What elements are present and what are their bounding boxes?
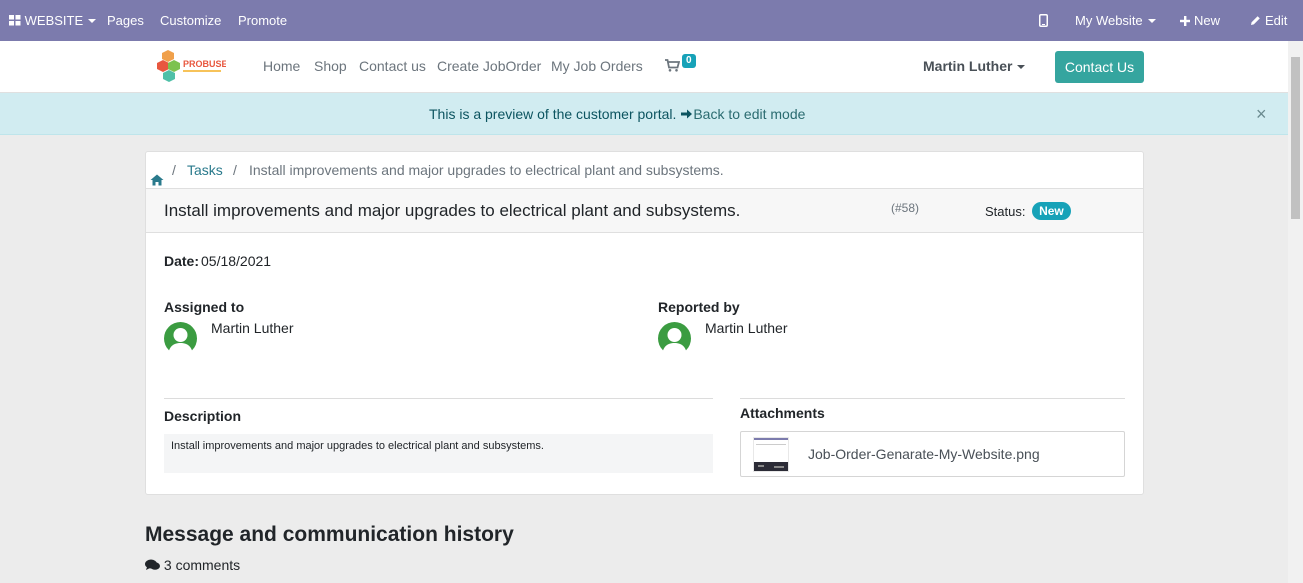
website-menu[interactable]: WEBSITE — [9, 0, 97, 41]
my-website-label: My Website — [1075, 13, 1143, 28]
site-logo[interactable]: PROBUSE — [156, 49, 228, 85]
back-to-edit-link[interactable]: Back to edit mode — [693, 106, 805, 122]
task-title: Install improvements and major upgrades … — [164, 201, 741, 220]
description-text: Install improvements and major upgrades … — [164, 434, 713, 473]
description-divider — [164, 398, 713, 399]
reporter-name: Martin Luther — [705, 320, 788, 336]
history-title: Message and communication history — [145, 523, 514, 546]
task-id: (#58) — [891, 201, 920, 215]
nav-contact-us[interactable]: Contact us — [359, 41, 426, 92]
scrollbar-thumb[interactable] — [1291, 57, 1300, 219]
pages-menu[interactable]: Pages — [107, 0, 144, 41]
chevron-down-icon — [1147, 19, 1156, 23]
probuse-logo-icon: PROBUSE — [157, 50, 228, 82]
reporter-avatar — [658, 322, 691, 355]
nav-create-joborder[interactable]: Create JobOrder — [437, 41, 541, 92]
nav-my-job-orders[interactable]: My Job Orders — [551, 41, 643, 92]
close-banner-button[interactable]: × — [1256, 93, 1267, 135]
chevron-down-icon — [1017, 65, 1026, 69]
description-label: Description — [164, 408, 242, 424]
plus-icon — [1180, 16, 1190, 26]
image-thumbnail-icon — [754, 438, 788, 471]
new-label: New — [1194, 13, 1221, 28]
logo-text: PROBUSE — [183, 59, 226, 69]
attachment-name: Job-Order-Genarate-My-Website.png — [808, 446, 1040, 462]
user-menu[interactable]: Martin Luther — [923, 41, 1026, 92]
reported-by-label: Reported by — [658, 299, 740, 315]
breadcrumb-separator: / — [233, 162, 237, 178]
home-icon — [150, 174, 164, 186]
mobile-icon — [1039, 14, 1048, 27]
assignee-name: Martin Luther — [211, 320, 294, 336]
customize-menu[interactable]: Customize — [160, 0, 221, 41]
assignee-avatar — [164, 322, 197, 355]
comments-count: 3 comments — [145, 557, 240, 573]
website-menu-label: WEBSITE — [24, 13, 84, 28]
pencil-icon — [1251, 16, 1260, 25]
attachment-item[interactable]: Job-Order-Genarate-My-Website.png — [740, 431, 1125, 477]
task-header: Install improvements and major upgrades … — [146, 188, 1143, 233]
cart-count-badge: 0 — [682, 54, 696, 68]
attachments-label: Attachments — [740, 405, 825, 421]
new-button[interactable]: New — [1180, 0, 1220, 41]
breadcrumb-home[interactable] — [150, 163, 164, 186]
date-value: 05/18/2021 — [201, 253, 272, 269]
preview-banner: This is a preview of the customer portal… — [0, 93, 1288, 135]
comments-icon — [145, 559, 160, 570]
apps-grid-icon — [9, 15, 21, 26]
assigned-to-label: Assigned to — [164, 299, 245, 315]
chevron-down-icon — [88, 19, 97, 23]
admin-bar: WEBSITE Pages Customize Promote My Websi… — [0, 0, 1303, 41]
breadcrumb-current: Install improvements and major upgrades … — [249, 162, 724, 178]
contact-us-button[interactable]: Contact Us — [1055, 51, 1144, 83]
task-card: / Tasks / Install improvements and major… — [145, 151, 1144, 495]
mobile-preview-button[interactable] — [1039, 0, 1048, 41]
edit-label: Edit — [1265, 13, 1288, 28]
user-name: Martin Luther — [923, 58, 1013, 74]
edit-button[interactable]: Edit — [1250, 0, 1287, 41]
promote-menu[interactable]: Promote — [238, 0, 287, 41]
arrow-right-icon — [681, 109, 693, 119]
status-badge: New — [1032, 202, 1071, 220]
attachments-divider — [740, 398, 1125, 399]
attachment-thumbnail — [753, 437, 789, 472]
task-status: Status: New — [985, 189, 1071, 235]
nav-home[interactable]: Home — [263, 41, 300, 92]
breadcrumb-tasks[interactable]: Tasks — [187, 152, 223, 188]
nav-shop[interactable]: Shop — [314, 41, 347, 92]
cart-button[interactable] — [665, 59, 681, 75]
breadcrumb-separator: / — [172, 162, 176, 178]
date-label: Date: — [164, 253, 200, 269]
preview-message: This is a preview of the customer portal… — [429, 93, 805, 135]
status-label: Status: — [985, 204, 1026, 219]
my-website-menu[interactable]: My Website — [1075, 0, 1156, 41]
preview-text: This is a preview of the customer portal… — [429, 106, 677, 122]
shopping-cart-icon — [665, 59, 681, 72]
comments-label: 3 comments — [163, 557, 241, 573]
site-header: PROBUSE Home Shop Contact us Create JobO… — [0, 41, 1288, 93]
breadcrumb: / Tasks / Install improvements and major… — [146, 152, 1143, 188]
